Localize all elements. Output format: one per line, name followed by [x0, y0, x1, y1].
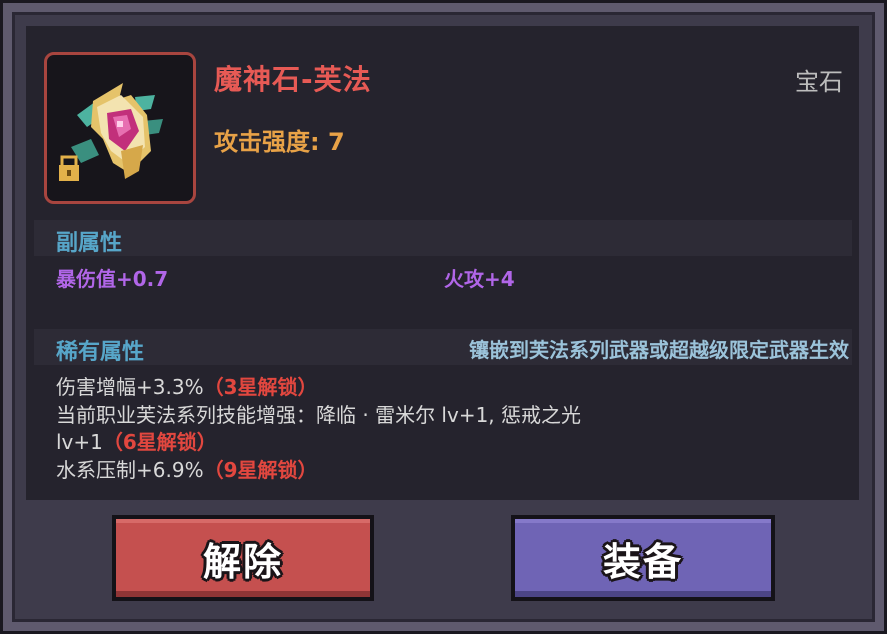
- sub-stat: 暴伤值+0.7: [56, 267, 169, 291]
- sub-attributes-title: 副属性: [56, 231, 123, 256]
- sub-stat: 火攻+4: [444, 267, 515, 291]
- equip-button[interactable]: 装备: [511, 515, 775, 601]
- lock-icon: [59, 155, 79, 181]
- rare-attributes-title: 稀有属性: [56, 340, 145, 365]
- gem-crown-icon: [59, 83, 163, 181]
- unlock-requirement: （9星解锁）: [203, 458, 318, 482]
- rare-stat-text: 伤害增幅+3.3%: [56, 375, 204, 399]
- unlock-requirement: （6星解锁）: [102, 430, 217, 454]
- item-name: 魔神石-芙法: [214, 63, 372, 96]
- rare-stat-text: lv+1: [56, 430, 103, 454]
- item-type: 宝石: [795, 68, 843, 96]
- sub-attributes-header: [34, 220, 852, 256]
- rare-stat-line: 水系压制+6.9%（9星解锁）: [56, 454, 318, 483]
- item-icon-slot: [44, 52, 196, 204]
- rare-attributes-note: 镶嵌到芙法系列武器或超越级限定武器生效: [469, 338, 849, 362]
- rare-stat-text: 水系压制+6.9%: [56, 458, 204, 482]
- attack-stat: 攻击强度: 7: [214, 128, 345, 156]
- rare-stat-line: lv+1（6星解锁）: [56, 426, 217, 455]
- rare-stat-text: 当前职业芙法系列技能增强：降临 · 雷米尔 lv+1, 惩戒之光: [56, 403, 582, 427]
- unlock-requirement: （3星解锁）: [203, 375, 318, 399]
- rare-stat-line: 伤害增幅+3.3%（3星解锁）: [56, 371, 318, 400]
- unequip-button[interactable]: 解除: [112, 515, 374, 601]
- rare-stat-line: 当前职业芙法系列技能增强：降临 · 雷米尔 lv+1, 惩戒之光: [56, 399, 581, 428]
